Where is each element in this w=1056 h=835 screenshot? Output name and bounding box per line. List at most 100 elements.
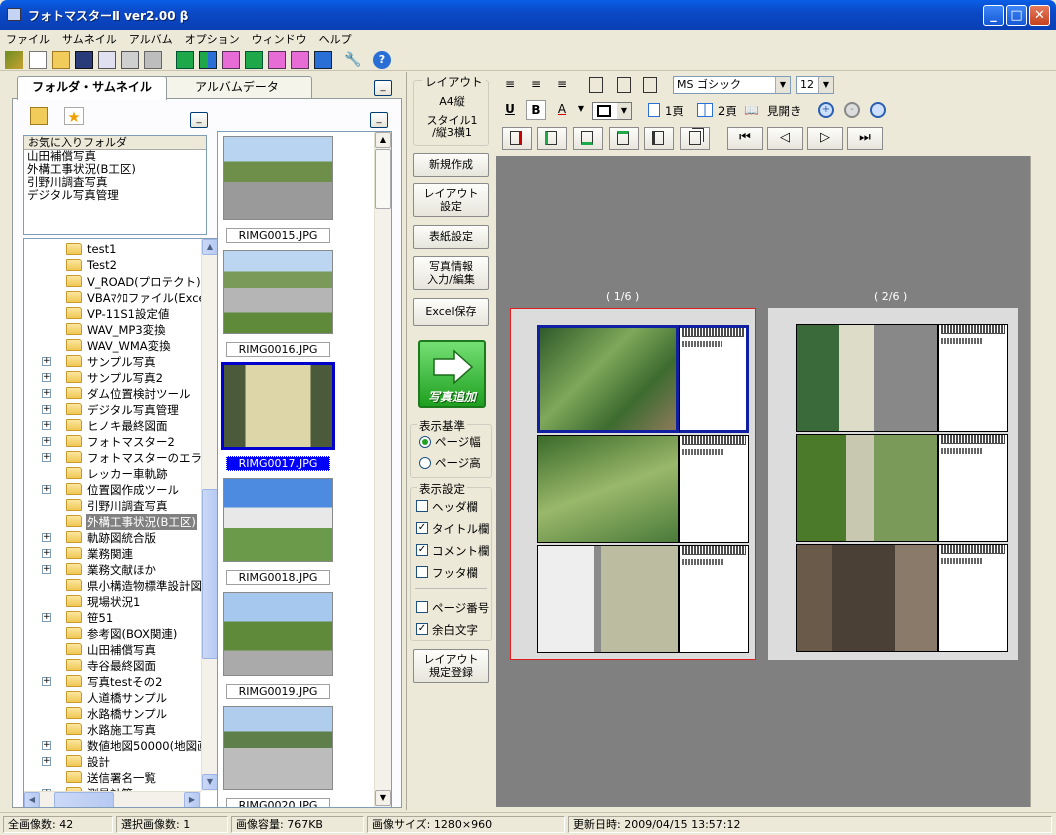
layout-photo-cell[interactable] <box>796 434 938 542</box>
thumbnail-filename[interactable]: RIMG0015.JPG <box>226 228 330 243</box>
tree-item[interactable]: 送信署名一覧 <box>24 769 199 785</box>
tree-item[interactable]: V_ROAD(プロテクト) <box>24 273 201 289</box>
display-checkbox[interactable]: ✓ <box>416 544 428 556</box>
tree-item[interactable]: 参考図(BOX関連) <box>24 625 199 641</box>
tree-scrollbar[interactable]: ▲ ▼ <box>201 239 218 791</box>
menu-file[interactable]: ファイル <box>0 30 56 48</box>
valign-top-icon[interactable] <box>589 77 603 93</box>
new-file-icon[interactable] <box>29 51 47 69</box>
tree-item[interactable]: WAV_MP3変換 <box>24 321 199 337</box>
scroll-up-icon[interactable]: ▲ <box>202 239 218 255</box>
tree-item[interactable]: WAV_WMA変換 <box>24 337 199 353</box>
valign-bottom-icon[interactable] <box>643 77 657 93</box>
maximize-button[interactable]: □ <box>1006 5 1027 26</box>
thumbnail-filename[interactable]: RIMG0016.JPG <box>226 342 330 357</box>
close-button[interactable]: ✕ <box>1029 5 1050 26</box>
zoom-fit-icon[interactable] <box>870 102 886 118</box>
print-preview-icon[interactable] <box>98 51 116 69</box>
photo-info-button[interactable]: 写真情報 入力/編集 <box>413 256 489 290</box>
menu-album[interactable]: アルバム <box>123 30 179 48</box>
layout-green2-icon[interactable] <box>245 51 263 69</box>
tree-item[interactable]: + 写真testその2 <box>24 673 199 689</box>
thumbnail-filename[interactable]: RIMG0017.JPG <box>226 456 330 471</box>
chevron-down-icon[interactable]: ▼ <box>775 77 790 93</box>
align-right-icon[interactable]: ≡ <box>552 75 572 95</box>
help-icon[interactable]: ? <box>373 51 391 69</box>
expand-icon[interactable]: + <box>42 741 51 750</box>
open-folder-icon[interactable] <box>52 51 70 69</box>
tree-item[interactable]: test1 <box>24 241 199 257</box>
tree-item[interactable]: 寺谷最終図面 <box>24 657 199 673</box>
expand-icon[interactable]: + <box>42 677 51 686</box>
book-icon[interactable]: 📖 <box>744 103 762 117</box>
expand-icon[interactable]: + <box>42 421 51 430</box>
display-checkbox[interactable] <box>416 566 428 578</box>
hscroll-thumb[interactable] <box>54 792 114 807</box>
tree-item[interactable]: + 数値地図50000(地図画 <box>24 737 209 753</box>
display-checkbox[interactable] <box>416 500 428 512</box>
thumbnail-image[interactable] <box>223 136 333 220</box>
thumbnail-image[interactable] <box>223 478 333 562</box>
tree-item[interactable]: + フォトマスターのエラー <box>24 449 214 465</box>
move-up-button[interactable] <box>537 127 567 150</box>
tree-item[interactable]: 山田補償写真 <box>24 641 199 657</box>
align-center-icon[interactable]: ≡ <box>526 75 546 95</box>
thumbnail-pane-min-button[interactable]: _ <box>370 112 388 128</box>
tree-item[interactable]: 現場状況1 <box>24 593 199 609</box>
layout-photo-cell[interactable] <box>796 544 938 652</box>
thumbnail-image[interactable] <box>223 706 333 790</box>
tree-item[interactable]: + 業務関連 <box>24 545 199 561</box>
favorite-folder-icon[interactable] <box>30 107 48 125</box>
display-checkbox[interactable] <box>416 601 428 613</box>
scroll-up-icon[interactable]: ▲ <box>375 132 391 148</box>
tree-item[interactable]: + 笹51 <box>24 609 199 625</box>
left-panel-min-button[interactable]: _ <box>374 80 392 96</box>
radio-page-width[interactable] <box>419 436 431 448</box>
expand-icon[interactable]: + <box>42 357 51 366</box>
menu-window[interactable]: ウィンドウ <box>246 30 313 48</box>
zoom-out-icon[interactable]: - <box>844 102 860 118</box>
spread-label[interactable]: 見開き <box>767 103 802 119</box>
menu-option[interactable]: オプション <box>179 30 246 48</box>
border-select[interactable]: ▼ <box>592 102 632 120</box>
layout-comment-cell[interactable] <box>679 325 749 433</box>
expand-icon[interactable]: + <box>42 613 51 622</box>
font-color-button[interactable]: A <box>552 100 572 120</box>
two-page-label[interactable]: 2頁 <box>718 103 737 119</box>
thumbnail-image[interactable] <box>223 250 333 334</box>
tree-item[interactable]: 水路施工写真 <box>24 721 199 737</box>
single-page-label[interactable]: 1頁 <box>665 103 684 119</box>
page-1[interactable] <box>510 308 756 660</box>
underline-button[interactable]: U <box>500 100 520 120</box>
thumbnail-scrollbar[interactable]: ▲ ▼ <box>374 132 391 807</box>
align-left-icon[interactable]: ≡ <box>500 75 520 95</box>
expand-icon[interactable]: + <box>42 453 51 462</box>
layout-comment-cell[interactable] <box>938 324 1008 432</box>
exit-icon[interactable] <box>5 51 23 69</box>
tree-item[interactable]: 人道橋サンプル <box>24 689 199 705</box>
font-size-select[interactable]: 12 ▼ <box>796 76 834 94</box>
tree-item[interactable]: + ダム位置検討ツール <box>24 385 199 401</box>
tree-item[interactable]: 水路橋サンプル <box>24 705 199 721</box>
page-2[interactable] <box>768 308 1018 660</box>
tree-hscrollbar[interactable]: ◀ ▶ <box>24 791 201 807</box>
valign-middle-icon[interactable] <box>617 77 631 93</box>
layout-settings-button[interactable]: レイアウト 設定 <box>413 183 489 217</box>
save-icon[interactable] <box>75 51 93 69</box>
display-checkbox[interactable]: ✓ <box>416 623 428 635</box>
insert-below-button[interactable] <box>609 127 639 150</box>
thumbnail-image[interactable] <box>223 592 333 676</box>
scroll-down-icon[interactable]: ▼ <box>375 790 391 806</box>
expand-icon[interactable]: + <box>42 757 51 766</box>
copy-page-button[interactable] <box>680 127 710 150</box>
print-icon[interactable] <box>121 51 139 69</box>
new-layout-button[interactable]: 新規作成 <box>413 153 489 177</box>
thumbnail-filename[interactable]: RIMG0020.JPG <box>226 798 330 807</box>
delete-page-button[interactable] <box>644 127 674 150</box>
prev-page-button[interactable]: ◁ <box>767 127 803 150</box>
tree-item[interactable]: 県小構造物標準設計図 <box>24 577 202 593</box>
favorite-item[interactable]: デジタル写真管理 <box>27 189 206 202</box>
layout-comment-cell[interactable] <box>679 435 749 543</box>
tree-item[interactable]: Test2 <box>24 257 199 273</box>
single-page-icon[interactable] <box>648 103 660 117</box>
